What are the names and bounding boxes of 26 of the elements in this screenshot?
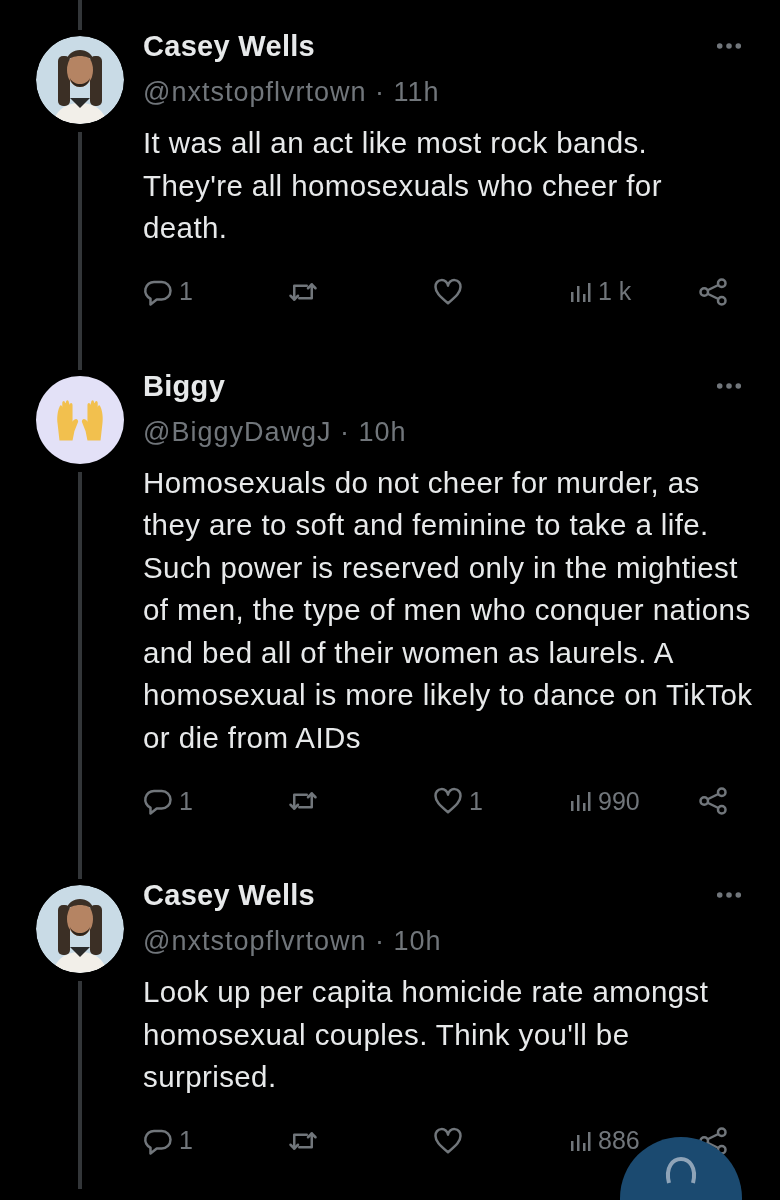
share-icon[interactable]: [698, 1125, 728, 1156]
more-icon[interactable]: [716, 42, 742, 50]
heart-icon[interactable]: [433, 276, 463, 307]
reply-count: 1: [179, 277, 193, 306]
handle-and-time: @BiggyDawgJ · 10h: [143, 415, 407, 449]
handle-and-time: @nxtstopflvrtown · 10h: [143, 925, 442, 958]
heart-icon[interactable]: [433, 1125, 463, 1156]
view-count: 886: [598, 1126, 640, 1155]
share-icon[interactable]: [698, 276, 728, 307]
handle-and-time: @nxtstopflvrtown · 11h: [143, 76, 440, 109]
author-name[interactable]: Casey Wells: [143, 877, 442, 913]
view-count: 1 k: [598, 277, 632, 306]
reply-count: 1: [179, 1126, 193, 1155]
heart-icon[interactable]: [433, 786, 463, 816]
share-icon[interactable]: [698, 786, 728, 816]
post-text: Look up per capita homicide rate amongst homosexual couples. Think you'll be surprised.: [143, 974, 710, 1095]
like-count: 1: [469, 786, 483, 816]
reply-count: 1: [179, 786, 193, 816]
bar-chart-icon[interactable]: [568, 789, 592, 813]
author-name[interactable]: Casey Wells: [143, 28, 440, 64]
author-name[interactable]: Biggy: [143, 367, 407, 404]
more-icon[interactable]: [716, 381, 742, 390]
more-icon[interactable]: [716, 891, 742, 899]
post-text: Homosexuals do not cheer for murder, as they are to soft and feminine to take a life. Such power is reserved only in the mightiest of men, the type of men who conquer nations and bed all of their women as laurels. A homosexual is more likely to dance on TikTok or die from AIDs: [143, 464, 753, 756]
post-text: It was all an act like most rock bands. They're all homosexuals who cheer for death.: [143, 125, 663, 246]
view-count: 990: [598, 786, 640, 816]
